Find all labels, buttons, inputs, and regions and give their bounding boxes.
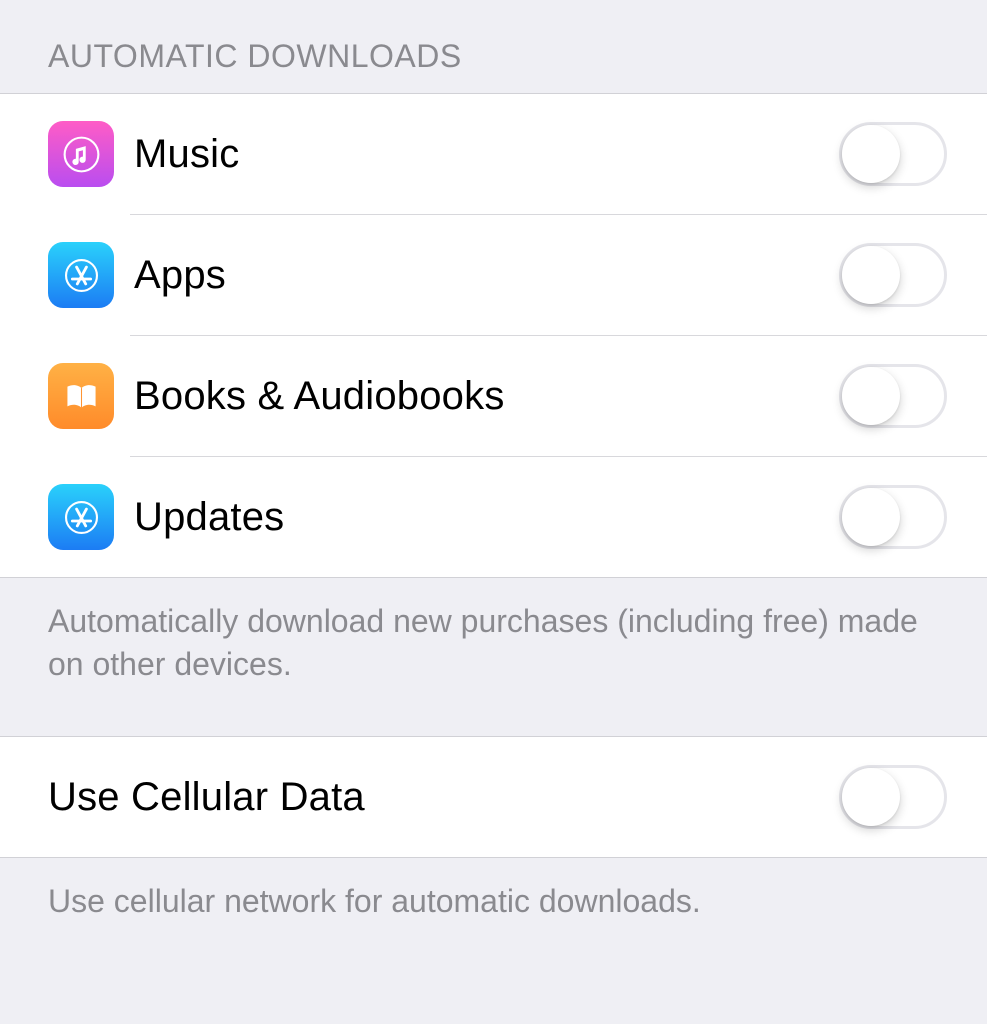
row-cellular-label: Use Cellular Data — [48, 775, 839, 820]
row-cellular-data: Use Cellular Data — [0, 737, 987, 857]
toggle-knob — [842, 768, 900, 826]
row-updates-label: Updates — [134, 495, 839, 540]
section-header-automatic-downloads: Automatic Downloads — [0, 0, 987, 93]
toggle-knob — [842, 125, 900, 183]
section-footer-automatic-downloads: Automatically download new purchases (in… — [0, 578, 987, 736]
cellular-data-group: Use Cellular Data — [0, 736, 987, 858]
row-music-label: Music — [134, 132, 839, 177]
toggle-knob — [842, 488, 900, 546]
row-music: Music — [0, 94, 987, 214]
row-apps: Apps — [0, 215, 987, 335]
toggle-knob — [842, 367, 900, 425]
row-books-label: Books & Audiobooks — [134, 374, 839, 419]
toggle-knob — [842, 246, 900, 304]
toggle-apps[interactable] — [839, 243, 947, 307]
toggle-books[interactable] — [839, 364, 947, 428]
toggle-cellular-data[interactable] — [839, 765, 947, 829]
ibooks-icon — [48, 363, 114, 429]
section-footer-cellular: Use cellular network for automatic downl… — [0, 858, 987, 949]
row-books: Books & Audiobooks — [0, 336, 987, 456]
row-apps-label: Apps — [134, 253, 839, 298]
toggle-updates[interactable] — [839, 485, 947, 549]
automatic-downloads-group: Music Apps — [0, 93, 987, 578]
row-updates: Updates — [0, 457, 987, 577]
itunes-music-icon — [48, 121, 114, 187]
toggle-music[interactable] — [839, 122, 947, 186]
app-store-icon — [48, 242, 114, 308]
app-store-updates-icon — [48, 484, 114, 550]
